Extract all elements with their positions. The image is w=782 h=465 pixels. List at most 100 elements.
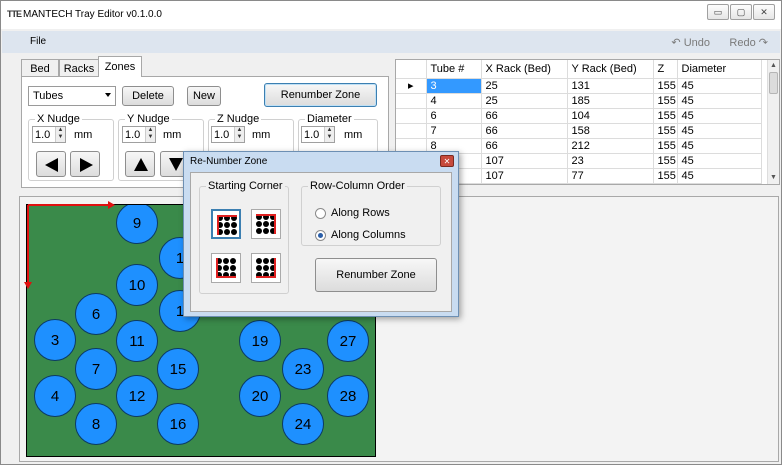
spinner-arrows-icon[interactable]: ▲ ▼	[324, 127, 334, 142]
table-cell[interactable]: 212	[567, 138, 654, 154]
table-row[interactable]: 4 25 185 155 45	[396, 93, 762, 109]
tube-15[interactable]: 15	[157, 348, 199, 390]
table-cell[interactable]: 155	[653, 93, 678, 109]
along-rows-radio[interactable]: Along Rows	[315, 207, 390, 219]
scroll-down-icon[interactable]: ▼	[770, 174, 777, 181]
nudge-up-button[interactable]	[125, 151, 155, 177]
table-cell[interactable]: 45	[677, 78, 762, 94]
minimize-button[interactable]: ▭	[707, 4, 729, 20]
y-nudge-input[interactable]: 1.0 ▲ ▼	[122, 126, 156, 143]
delete-button[interactable]: Delete	[122, 86, 174, 106]
table-row[interactable]: 6 66 104 155 45	[396, 108, 762, 124]
table-cell[interactable]: 155	[653, 168, 678, 184]
x-nudge-input[interactable]: 1.0 ▲ ▼	[32, 126, 66, 143]
table-cell[interactable]: 158	[567, 123, 654, 139]
along-columns-radio[interactable]: Along Columns	[315, 229, 406, 241]
table-cell[interactable]: 107	[481, 168, 568, 184]
tube-16[interactable]: 16	[157, 403, 199, 445]
col-x-rack[interactable]: X Rack (Bed)	[481, 60, 568, 79]
nudge-right-button[interactable]	[70, 151, 100, 177]
table-cell[interactable]: 6	[426, 108, 482, 124]
tube-7[interactable]: 7	[75, 348, 117, 390]
col-diameter[interactable]: Diameter	[677, 60, 762, 79]
z-nudge-input[interactable]: 1.0 ▲ ▼	[211, 126, 245, 143]
undo-button[interactable]: ↶ Undo	[671, 36, 710, 49]
tab-racks[interactable]: Racks	[59, 59, 99, 77]
spinner-arrows-icon[interactable]: ▲ ▼	[55, 127, 65, 142]
tube-28[interactable]: 28	[327, 375, 369, 417]
table-cell[interactable]: 185	[567, 93, 654, 109]
grid-scrollbar[interactable]: ▲ ▼	[767, 60, 779, 184]
tube-24[interactable]: 24	[282, 403, 324, 445]
title-bar[interactable]: TTE MANTECH Tray Editor v0.1.0.0 ▭ ▢ ✕	[1, 1, 781, 29]
table-cell[interactable]: 45	[677, 93, 762, 109]
nudge-left-button[interactable]	[36, 151, 66, 177]
table-cell[interactable]: 66	[481, 123, 568, 139]
col-tube[interactable]: Tube #	[426, 60, 482, 79]
spinner-arrows-icon[interactable]: ▲ ▼	[234, 127, 244, 142]
dialog-close-button[interactable]: ✕	[440, 155, 454, 167]
row-header[interactable]: ▸	[396, 78, 427, 94]
table-cell[interactable]: 104	[567, 108, 654, 124]
table-cell[interactable]: 25	[481, 78, 568, 94]
close-button[interactable]: ✕	[753, 4, 775, 20]
row-header[interactable]	[396, 93, 427, 109]
table-cell[interactable]: 131	[567, 78, 654, 94]
scroll-thumb[interactable]	[769, 72, 778, 94]
table-cell[interactable]: 77	[567, 168, 654, 184]
table-cell[interactable]: 45	[677, 168, 762, 184]
tube-12[interactable]: 12	[116, 375, 158, 417]
tab-zones[interactable]: Zones	[98, 56, 142, 77]
diameter-input[interactable]: 1.0 ▲ ▼	[301, 126, 335, 143]
table-cell[interactable]: 7	[426, 123, 482, 139]
table-cell[interactable]: 66	[481, 138, 568, 154]
table-cell[interactable]: 23	[567, 153, 654, 169]
renumber-zone-dialog: Re-Number Zone ✕ Starting Corner Row-Col…	[183, 151, 459, 317]
corner-bottom-left-option[interactable]	[211, 253, 241, 283]
tube-20[interactable]: 20	[239, 375, 281, 417]
radio-unchecked-icon	[315, 207, 326, 219]
dialog-renumber-button[interactable]: Renumber Zone	[315, 258, 437, 292]
table-cell[interactable]: 155	[653, 138, 678, 154]
menu-bar: File ↶ Undo Redo ↷	[2, 31, 780, 53]
table-cell[interactable]: 4	[426, 93, 482, 109]
corner-top-left-option[interactable]	[211, 209, 241, 239]
spinner-arrows-icon[interactable]: ▲ ▼	[145, 127, 155, 142]
col-z[interactable]: Z	[653, 60, 678, 79]
table-cell[interactable]: 155	[653, 123, 678, 139]
col-y-rack[interactable]: Y Rack (Bed)	[567, 60, 654, 79]
new-button[interactable]: New	[187, 86, 221, 106]
table-cell[interactable]: 155	[653, 153, 678, 169]
table-row[interactable]: 7 66 158 155 45	[396, 123, 762, 139]
menu-file[interactable]: File	[30, 36, 46, 47]
tube-19[interactable]: 19	[239, 320, 281, 362]
table-cell[interactable]: 155	[653, 78, 678, 94]
tube-11[interactable]: 11	[116, 320, 158, 362]
tab-bed[interactable]: Bed	[21, 59, 59, 77]
table-row[interactable]: ▸ 3 25 131 155 45	[396, 78, 762, 94]
maximize-button[interactable]: ▢	[730, 4, 752, 20]
tube-3[interactable]: 3	[34, 319, 76, 361]
table-cell[interactable]: 45	[677, 138, 762, 154]
table-cell[interactable]: 45	[677, 108, 762, 124]
tube-23[interactable]: 23	[282, 348, 324, 390]
table-cell[interactable]: 66	[481, 108, 568, 124]
tube-6[interactable]: 6	[75, 293, 117, 335]
tube-27[interactable]: 27	[327, 320, 369, 362]
corner-top-right-option[interactable]	[251, 209, 281, 239]
renumber-zone-button[interactable]: Renumber Zone	[264, 83, 377, 107]
table-cell[interactable]: 3	[426, 78, 482, 94]
table-cell[interactable]: 45	[677, 153, 762, 169]
table-cell[interactable]: 45	[677, 123, 762, 139]
table-cell[interactable]: 107	[481, 153, 568, 169]
tube-8[interactable]: 8	[75, 403, 117, 445]
row-header[interactable]	[396, 123, 427, 139]
table-cell[interactable]: 25	[481, 93, 568, 109]
scroll-up-icon[interactable]: ▲	[770, 62, 777, 69]
redo-button[interactable]: Redo ↷	[729, 36, 768, 49]
row-header[interactable]	[396, 108, 427, 124]
table-cell[interactable]: 155	[653, 108, 678, 124]
tube-4[interactable]: 4	[34, 375, 76, 417]
zone-type-combo[interactable]: Tubes	[28, 86, 116, 106]
corner-bottom-right-option[interactable]	[251, 253, 281, 283]
